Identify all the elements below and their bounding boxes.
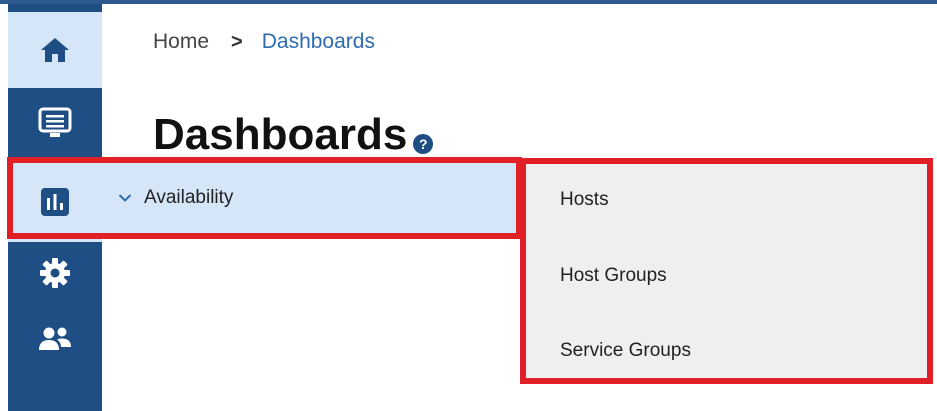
top-border	[0, 0, 937, 4]
sidebar-item-home[interactable]	[8, 12, 102, 88]
flyout-menu: Hosts Host Groups Service Groups	[526, 164, 927, 378]
breadcrumb-separator: >	[231, 30, 243, 53]
sidebar-item-settings[interactable]	[8, 240, 102, 306]
page-title: Dashboards	[153, 110, 408, 159]
help-icon[interactable]: ?	[413, 134, 434, 154]
sidebar-item-monitoring[interactable]	[8, 88, 102, 158]
monitor-icon	[38, 107, 72, 139]
gear-icon	[39, 257, 71, 289]
bar-chart-icon	[41, 188, 69, 216]
home-icon	[40, 36, 70, 64]
submenu-availability-label: Availability	[144, 187, 234, 208]
breadcrumb: Home > Dashboards	[153, 30, 375, 54]
users-icon	[37, 325, 73, 353]
submenu-availability[interactable]: Availability	[102, 162, 516, 234]
flyout-item-hosts[interactable]: Hosts	[560, 189, 609, 211]
sidebar	[8, 4, 102, 411]
page-title-wrap: Dashboards ?	[153, 108, 434, 162]
flyout-item-service-groups[interactable]: Service Groups	[560, 340, 691, 362]
sidebar-item-users[interactable]	[8, 306, 102, 372]
breadcrumb-home-link[interactable]: Home	[153, 30, 209, 54]
chevron-down-icon	[118, 193, 132, 203]
sidebar-item-dashboards[interactable]	[8, 162, 102, 242]
page: Home > Dashboards Dashboards ? Availabil…	[0, 0, 937, 411]
breadcrumb-dashboards-link[interactable]: Dashboards	[262, 30, 375, 54]
flyout-item-host-groups[interactable]: Host Groups	[560, 265, 667, 287]
